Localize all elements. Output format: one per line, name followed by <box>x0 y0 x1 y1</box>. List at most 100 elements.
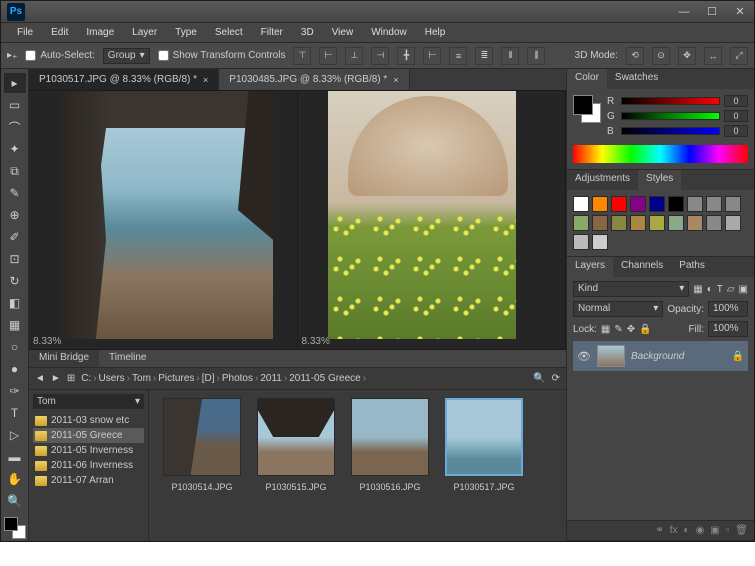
brush-tool[interactable]: ✐ <box>4 227 26 247</box>
refresh-icon[interactable]: ⟳ <box>552 373 560 384</box>
hand-tool[interactable]: ✋ <box>4 469 26 489</box>
autoselect-dropdown[interactable]: Group▾ <box>103 48 150 64</box>
style-swatch[interactable] <box>573 196 589 212</box>
crumb-item[interactable]: Pictures <box>158 373 194 384</box>
fx-icon[interactable]: fx <box>670 525 678 536</box>
crumb-item[interactable]: 2011 <box>260 373 282 384</box>
zoom-level[interactable]: 8.33% <box>33 336 61 347</box>
menu-type[interactable]: Type <box>167 25 205 40</box>
filter-pixel-icon[interactable]: ▦ <box>693 284 702 295</box>
thumbnail[interactable]: P1030515.JPG <box>257 398 335 492</box>
maximize-button[interactable]: ☐ <box>698 3 726 21</box>
autoselect-checkbox[interactable]: Auto-Select: <box>25 50 94 61</box>
3d-pan-icon[interactable]: ✥ <box>678 47 696 65</box>
crumb-item[interactable]: C: <box>81 373 91 384</box>
zoom-tool[interactable]: 🔍 <box>4 491 26 511</box>
style-swatch[interactable] <box>573 215 589 231</box>
tab-paths[interactable]: Paths <box>671 257 713 277</box>
tab-styles[interactable]: Styles <box>638 170 681 190</box>
align-bottom-icon[interactable]: ⊥ <box>345 47 363 65</box>
search-icon[interactable]: 🔍 <box>533 373 545 384</box>
heal-tool[interactable]: ⊕ <box>4 205 26 225</box>
history-tool[interactable]: ↻ <box>4 271 26 291</box>
style-swatch[interactable] <box>611 196 627 212</box>
kind-filter[interactable]: Kind▾ <box>573 281 689 297</box>
red-value[interactable]: 0 <box>724 95 748 107</box>
style-swatch[interactable] <box>706 196 722 212</box>
align-right-icon[interactable]: ⊢ <box>423 47 441 65</box>
document-tab[interactable]: P1030485.JPG @ 8.33% (RGB/8) *× <box>219 69 409 90</box>
style-swatch[interactable] <box>573 234 589 250</box>
distribute-icon[interactable]: ≣ <box>475 47 493 65</box>
green-slider[interactable] <box>621 112 720 120</box>
fill-input[interactable]: 100% <box>708 321 748 337</box>
folder-item[interactable]: 2011-05 Greece <box>33 428 144 443</box>
folder-item[interactable]: 2011-03 snow etc <box>33 413 144 428</box>
tab-minibridge[interactable]: Mini Bridge <box>29 350 99 367</box>
style-swatch[interactable] <box>725 215 741 231</box>
show-transform-checkbox[interactable]: Show Transform Controls <box>158 50 286 61</box>
align-left-icon[interactable]: ⊣ <box>371 47 389 65</box>
crumb-item[interactable]: Photos <box>222 373 253 384</box>
minimize-button[interactable]: — <box>670 3 698 21</box>
tab-adjustments[interactable]: Adjustments <box>567 170 638 190</box>
link-icon[interactable]: ⚭ <box>655 525 663 536</box>
crumb-item[interactable]: 2011-05 Greece <box>289 373 361 384</box>
adjustment-icon[interactable]: ◉ <box>696 525 705 536</box>
style-swatch[interactable] <box>706 215 722 231</box>
menu-select[interactable]: Select <box>207 25 251 40</box>
color-swatch[interactable] <box>4 517 26 539</box>
marquee-tool[interactable]: ▭ <box>4 95 26 115</box>
filter-shape-icon[interactable]: ▱ <box>727 284 735 295</box>
spectrum-picker[interactable] <box>573 145 748 163</box>
tab-channels[interactable]: Channels <box>613 257 671 277</box>
visibility-icon[interactable]: 👁 <box>577 350 591 363</box>
crumb-item[interactable]: Tom <box>132 373 151 384</box>
color-picker[interactable] <box>573 95 601 123</box>
menu-help[interactable]: Help <box>417 25 454 40</box>
group-icon[interactable]: ▣ <box>710 525 719 536</box>
move-tool[interactable]: ▸ <box>4 73 26 93</box>
eyedropper-tool[interactable]: ✎ <box>4 183 26 203</box>
style-swatch[interactable] <box>687 215 703 231</box>
thumbnail[interactable]: P1030516.JPG <box>351 398 429 492</box>
folder-item[interactable]: 2011-06 Inverness <box>33 458 144 473</box>
menu-filter[interactable]: Filter <box>253 25 291 40</box>
menu-window[interactable]: Window <box>363 25 415 40</box>
shape-tool[interactable]: ▬ <box>4 447 26 467</box>
document-view[interactable]: 8.33% <box>29 91 298 349</box>
bridge-icon[interactable]: ⊞ <box>67 373 75 384</box>
eraser-tool[interactable]: ◧ <box>4 293 26 313</box>
zoom-level[interactable]: 8.33% <box>302 336 330 347</box>
dodge-tool[interactable]: ● <box>4 359 26 379</box>
tab-layers[interactable]: Layers <box>567 257 613 277</box>
distribute-icon[interactable]: ⫴ <box>501 47 519 65</box>
filter-smart-icon[interactable]: ▣ <box>739 284 748 295</box>
style-swatch[interactable] <box>611 215 627 231</box>
crumb-item[interactable]: Users <box>99 373 125 384</box>
close-button[interactable]: ✕ <box>726 3 754 21</box>
lasso-tool[interactable]: ⌒ <box>4 117 26 137</box>
blur-tool[interactable]: ○ <box>4 337 26 357</box>
menu-edit[interactable]: Edit <box>43 25 76 40</box>
3d-slide-icon[interactable]: ↔ <box>704 47 722 65</box>
gradient-tool[interactable]: ▦ <box>4 315 26 335</box>
distribute-icon[interactable]: ⫼ <box>527 47 545 65</box>
stamp-tool[interactable]: ⊡ <box>4 249 26 269</box>
trash-icon[interactable]: 🗑 <box>735 525 748 536</box>
style-swatch[interactable] <box>592 196 608 212</box>
style-swatch[interactable] <box>649 215 665 231</box>
lock-pixel-icon[interactable]: ✎ <box>614 324 622 335</box>
mask-icon[interactable]: ◐ <box>684 525 690 536</box>
new-layer-icon[interactable]: ▫ <box>726 525 730 536</box>
style-swatch[interactable] <box>592 234 608 250</box>
document-tab[interactable]: P1030517.JPG @ 8.33% (RGB/8) *× <box>29 69 219 90</box>
wand-tool[interactable]: ✦ <box>4 139 26 159</box>
red-slider[interactable] <box>621 97 720 105</box>
3d-scale-icon[interactable]: ⤢ <box>730 47 748 65</box>
layer-item[interactable]: 👁 Background 🔒 <box>573 341 748 371</box>
path-tool[interactable]: ▷ <box>4 425 26 445</box>
filter-type-icon[interactable]: T <box>717 284 723 295</box>
lock-trans-icon[interactable]: ▦ <box>601 324 610 335</box>
blue-slider[interactable] <box>621 127 720 135</box>
